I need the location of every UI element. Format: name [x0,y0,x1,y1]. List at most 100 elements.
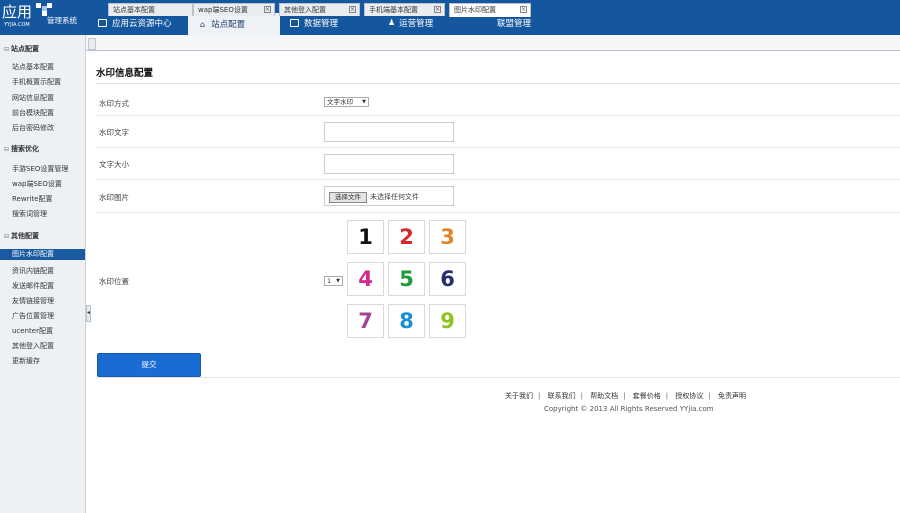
chevron-down-icon: ▼ [362,99,366,105]
tab-label: 其他登入配置 [284,6,326,14]
select-value: 1 [327,277,332,285]
position-cell[interactable]: 7 [347,304,384,338]
tab-label: 站点基本配置 [113,6,155,14]
tab-label: 图片水印配置 [454,6,496,14]
close-icon[interactable]: × [264,6,271,13]
sidebar-item[interactable]: 站点基本配置 [12,62,54,72]
choose-file-button[interactable]: 选择文件 [329,192,367,203]
divider [96,83,900,84]
position-grid: 1 2 3 4 5 6 7 8 9 [347,220,468,341]
sidebar: 站点配置 站点基本配置 手机概置示配置 网站信息配置 前台模块配置 后台密码修改… [0,35,86,513]
watermark-image-file-input: 选择文件 未选择任何文件 [324,186,454,206]
position-cell[interactable]: 2 [388,220,425,254]
position-cell[interactable]: 8 [388,304,425,338]
sidebar-item[interactable]: Rewrite配置 [12,194,52,204]
watermark-mode-select[interactable]: 文字水印 ▼ [324,97,369,107]
position-cell[interactable]: 9 [429,304,466,338]
text-label: 水印文字 [99,128,129,137]
file-status: 未选择任何文件 [370,193,419,201]
footer-link-license[interactable]: 授权协议 [675,392,703,400]
font-size-input[interactable] [324,154,454,174]
tab-other-login[interactable]: 其他登入配置 × [279,3,360,16]
sidebar-item[interactable]: 发送邮件配置 [12,281,54,291]
page-title: 水印信息配置 [96,68,154,79]
sidebar-item-watermark[interactable]: 图片水印配置 [0,249,85,260]
users-icon: ♟ [388,18,396,27]
close-icon[interactable]: × [520,6,527,13]
main-content: 水印信息配置 水印方式 文字水印 ▼ 水印文字 文字大小 水印图片 选择文件 未… [87,51,900,513]
position-number: 6 [440,267,455,291]
logo-text: 应用 [2,3,33,21]
select-value: 文字水印 [327,98,353,106]
sidebar-item[interactable]: 广告位置管理 [12,311,54,321]
position-number: 7 [358,309,373,333]
sidebar-item[interactable]: ucenter配置 [12,326,53,336]
tab-label: 手机端基本配置 [369,6,418,14]
footer-link-contact[interactable]: 联系我们 [548,392,576,400]
footer-links: 关于我们 | 联系我们 | 帮助文档 | 套餐价格 | 授权协议 | 免责声明 [505,392,746,400]
sidebar-item[interactable]: 网站信息配置 [12,93,54,103]
logo: 应用 YYJIA.COM [2,3,52,33]
sidebar-item[interactable]: 前台模块配置 [12,108,54,118]
position-number: 1 [358,225,373,249]
watermark-text-input[interactable] [324,122,454,142]
sidebar-item[interactable]: 搜索词管理 [12,209,47,219]
footer-link-help[interactable]: 帮助文档 [590,392,618,400]
position-cell[interactable]: 1 [347,220,384,254]
sidebar-item[interactable]: 手游SEO设置管理 [12,164,68,174]
position-number: 9 [440,309,455,333]
tab-watermark[interactable]: 图片水印配置 × [449,3,531,17]
close-icon[interactable]: × [434,6,441,13]
tab-wap-seo[interactable]: wap端SEO设置 × [193,3,275,16]
nav-label: 运营管理 [399,18,434,29]
image-label: 水印图片 [99,193,129,202]
sidebar-item[interactable]: 友情链接管理 [12,296,54,306]
divider [96,179,900,180]
nav-label: 联盟管理 [497,18,532,29]
sidebar-item[interactable]: 更新缓存 [12,356,40,366]
chevron-down-icon: ▼ [336,278,340,284]
system-name: 管理系统 [47,16,77,25]
position-number: 4 [358,267,373,291]
sidebar-group-other[interactable]: 其他配置 [4,231,39,241]
divider [96,115,900,116]
position-cell[interactable]: 5 [388,262,425,296]
sidebar-group-seo[interactable]: 搜索优化 [4,144,39,154]
divider [96,212,900,213]
divider [96,147,900,148]
sidebar-group-site-config[interactable]: 站点配置 [4,44,39,54]
position-number: 5 [399,267,414,291]
divider [96,377,900,378]
position-number: 2 [399,225,414,249]
window-icon [98,18,107,27]
logo-domain: YYJIA.COM [4,22,30,28]
sidebar-item[interactable]: wap端SEO设置 [12,179,62,189]
close-icon[interactable]: × [349,6,356,13]
tab-label: wap端SEO设置 [198,6,248,14]
sidebar-item[interactable]: 手机概置示配置 [12,77,61,87]
nav-site-config[interactable]: ⌂ 站点配置 [188,13,280,35]
tab-site-basic[interactable]: 站点基本配置 [108,3,193,16]
position-cell[interactable]: 3 [429,220,466,254]
tab-mobile-basic[interactable]: 手机端基本配置 × [364,3,445,16]
submit-button[interactable]: 提交 [97,353,201,377]
tab-strip-home-icon[interactable] [88,38,96,50]
mode-label: 水印方式 [99,99,129,108]
footer-link-disclaimer[interactable]: 免责声明 [718,392,746,400]
footer-link-pricing[interactable]: 套餐价格 [633,392,661,400]
copyright: Copyright © 2013 All Rights Reserved YYj… [544,405,714,413]
watermark-position-select[interactable]: 1 ▼ [324,276,343,286]
nav-label: 应用云资源中心 [112,18,172,29]
position-number: 8 [399,309,414,333]
home-icon: ⌂ [200,19,206,29]
tab-strip [86,35,900,51]
position-cell[interactable]: 6 [429,262,466,296]
nav-label: 数据管理 [304,18,339,29]
position-label: 水印位置 [99,277,129,286]
sidebar-item[interactable]: 其他登入配置 [12,341,54,351]
nav-label: 站点配置 [211,20,246,30]
sidebar-item[interactable]: 资讯内链配置 [12,266,54,276]
footer-link-about[interactable]: 关于我们 [505,392,533,400]
sidebar-item[interactable]: 后台密码修改 [12,123,54,133]
position-cell[interactable]: 4 [347,262,384,296]
